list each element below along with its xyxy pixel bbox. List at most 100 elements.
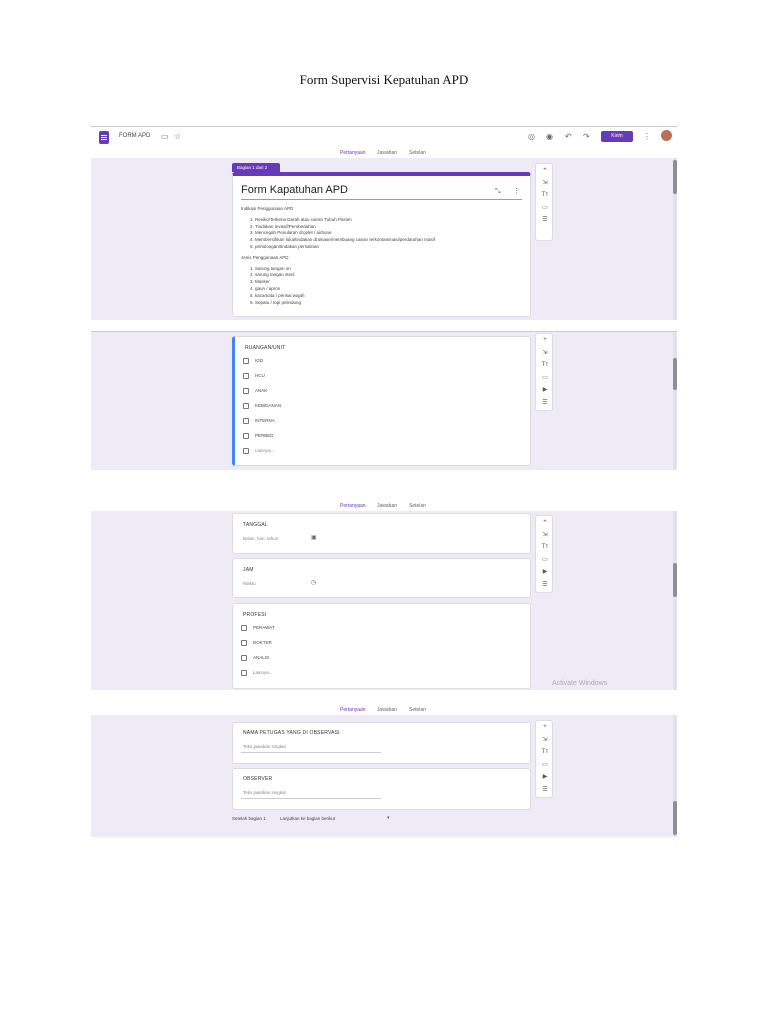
tab-settings[interactable]: Setelan [409, 707, 426, 713]
checkbox[interactable] [243, 358, 249, 364]
question-card-profesi[interactable]: PROFESI PERAWAT DOKTER ANALIS Lainnya... [232, 603, 531, 689]
tab-settings[interactable]: Setelan [409, 150, 426, 156]
checkbox-option-other[interactable]: Lainnya... [243, 448, 275, 454]
tab-questions[interactable]: Pertanyaan [340, 503, 366, 509]
short-answer-input[interactable]: Teks jawaban singkat [243, 744, 286, 749]
add-question-icon[interactable]: + [536, 164, 554, 177]
checkbox-option[interactable]: HCU [243, 373, 265, 379]
add-question-icon[interactable]: + [536, 721, 554, 734]
folder-icon[interactable]: ▭ [161, 131, 169, 143]
import-questions-icon[interactable]: ⇲ [536, 347, 554, 360]
question-title[interactable]: OBSERVER [243, 776, 272, 782]
add-question-icon[interactable]: + [536, 516, 554, 529]
scroll-thumb[interactable] [673, 801, 677, 835]
tab-questions[interactable]: Pertanyaan [340, 707, 366, 713]
import-questions-icon[interactable]: ⇲ [536, 529, 554, 542]
question-title[interactable]: NAMA PETUGAS YANG DI OBSERVASI [243, 730, 340, 736]
form-name[interactable]: FORM APD [119, 133, 150, 139]
checkbox-option[interactable]: ANALIS [241, 655, 269, 661]
list-item: Sepatu / topi pelindung [255, 300, 521, 307]
checkbox-option[interactable]: ANAK [243, 388, 267, 394]
import-questions-icon[interactable]: ⇲ [536, 177, 554, 190]
side-toolbar: + ⇲ Tт ▭ ▶ ☰ [535, 333, 553, 411]
question-title[interactable]: JAM [243, 567, 254, 573]
checkbox[interactable] [243, 418, 249, 424]
checkbox[interactable] [243, 373, 249, 379]
checkbox[interactable] [243, 433, 249, 439]
form-description[interactable]: Indikasi Penggunaan APD Resiko/Terkena D… [241, 206, 521, 310]
question-title[interactable]: RUANGAN/UNIT [245, 345, 285, 351]
add-video-icon[interactable]: ▶ [536, 566, 554, 579]
checkbox-option[interactable]: DOKTER [241, 640, 272, 646]
avatar[interactable] [661, 130, 672, 141]
redo-icon[interactable]: ↷ [583, 131, 590, 143]
more-icon[interactable]: ⋮ [513, 186, 520, 198]
tab-settings[interactable]: Setelan [409, 503, 426, 509]
collapse-icon[interactable]: ⤡ [495, 186, 501, 198]
add-image-icon[interactable]: ▭ [536, 554, 554, 567]
question-card-petugas[interactable]: NAMA PETUGAS YANG DI OBSERVASI Teks jawa… [232, 722, 531, 764]
add-section-icon[interactable]: ☰ [536, 784, 554, 797]
checkbox-option[interactable]: PERBED [243, 433, 274, 439]
checkbox[interactable] [241, 655, 247, 661]
add-section-icon[interactable]: ☰ [536, 579, 554, 592]
tab-responses[interactable]: Jawaban [377, 150, 397, 156]
undo-icon[interactable]: ↶ [565, 131, 572, 143]
after-section-select[interactable]: Lanjutkan ke bagian berikut [280, 816, 335, 821]
checkbox[interactable] [243, 388, 249, 394]
star-icon[interactable]: ☆ [174, 131, 181, 143]
tab-responses[interactable]: Jawaban [377, 707, 397, 713]
document-title: Form Supervisi Kepatuhan APD [299, 72, 469, 87]
import-questions-icon[interactable]: ⇲ [536, 734, 554, 747]
palette-icon[interactable]: ◎ [528, 131, 535, 143]
checkbox[interactable] [241, 670, 247, 676]
tab-responses[interactable]: Jawaban [377, 503, 397, 509]
checkbox[interactable] [241, 640, 247, 646]
question-title[interactable]: PROFESI [243, 612, 266, 618]
scroll-thumb[interactable] [673, 160, 677, 194]
add-title-icon[interactable]: Tт [536, 359, 554, 372]
checkbox[interactable] [241, 625, 247, 631]
checkbox[interactable] [243, 403, 249, 409]
checkbox-option-other[interactable]: Lainnya... [241, 670, 273, 676]
side-toolbar: + ⇲ Tт ▭ ▶ ☰ [535, 515, 553, 593]
scroll-thumb[interactable] [673, 563, 677, 597]
time-input[interactable]: Waktu [243, 581, 256, 586]
dropdown-arrow-icon[interactable]: ▾ [387, 814, 390, 822]
add-question-icon[interactable]: + [536, 334, 554, 347]
add-section-icon[interactable]: ☰ [536, 397, 554, 410]
add-section-icon[interactable]: ☰ [536, 214, 554, 227]
question-title[interactable]: TANGGAL [243, 522, 268, 528]
add-image-icon[interactable]: ▭ [536, 759, 554, 772]
form-header-card[interactable]: Form Kapatuhan APD ⤡ ⋮ Indikasi Pengguna… [232, 172, 531, 317]
send-button[interactable]: Kirim [601, 131, 633, 142]
short-answer-input[interactable]: Teks jawaban singkat [243, 790, 286, 795]
checkbox-option[interactable]: PERAWAT [241, 625, 275, 631]
scroll-thumb[interactable] [673, 358, 677, 390]
add-image-icon[interactable]: ▭ [536, 202, 554, 215]
after-section-label: Setelah bagian 1 [232, 816, 266, 821]
eye-icon[interactable]: ◉ [546, 131, 553, 143]
question-card-jam[interactable]: JAM Waktu ◷ [232, 558, 531, 598]
question-card-observer[interactable]: OBSERVER Teks jawaban singkat [232, 768, 531, 810]
list-item: Mencegah Penularan droplet / airbone [255, 230, 521, 237]
date-input[interactable]: Bulan, hari, tahun [243, 536, 278, 541]
question-card-tanggal[interactable]: TANGGAL Bulan, hari, tahun ▣ [232, 513, 531, 554]
more-icon[interactable]: ⋮ [643, 131, 651, 143]
checkbox[interactable] [243, 448, 249, 454]
add-title-icon[interactable]: Tт [536, 746, 554, 759]
list-item: Masker [255, 279, 521, 286]
add-title-icon[interactable]: Tт [536, 189, 554, 202]
clock-icon: ◷ [311, 580, 317, 586]
add-video-icon[interactable]: ▶ [536, 384, 554, 397]
add-title-icon[interactable]: Tт [536, 541, 554, 554]
checkbox-option[interactable]: KEBIDANAN [243, 403, 281, 409]
checkbox-option[interactable]: IGD [243, 358, 263, 364]
checkbox-option[interactable]: INTERNA [243, 418, 275, 424]
tab-questions[interactable]: Pertanyaan [340, 150, 366, 156]
form-title[interactable]: Form Kapatuhan APD [241, 184, 348, 196]
add-video-icon[interactable]: ▶ [536, 771, 554, 784]
calendar-icon: ▣ [311, 535, 317, 541]
question-card-ruangan[interactable]: RUANGAN/UNIT IGD HCU ANAK KEBIDANAN INTE… [232, 336, 531, 466]
add-image-icon[interactable]: ▭ [536, 372, 554, 385]
